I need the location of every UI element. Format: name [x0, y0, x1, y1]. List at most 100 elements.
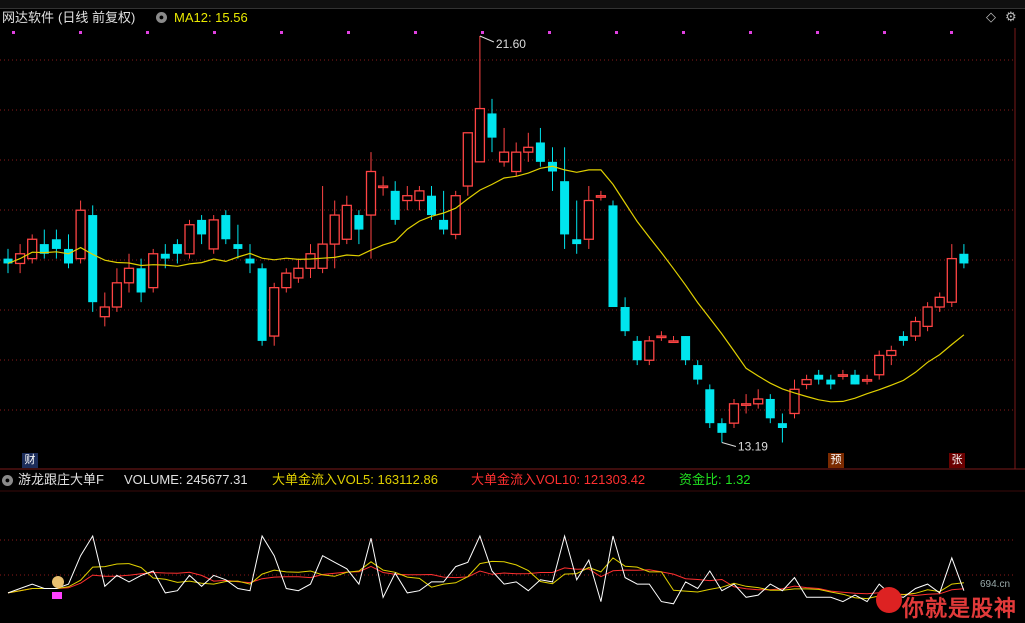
event-marker: [347, 31, 350, 34]
candle-body-down: [717, 423, 727, 433]
watermark-url: 694.cn: [980, 579, 1011, 590]
candle-body-down: [487, 113, 497, 138]
candle-body-down: [354, 215, 364, 230]
money-bag-icon: [52, 576, 64, 588]
candle-body-down: [88, 215, 98, 303]
candle-body-up: [837, 374, 849, 377]
candle-body-up: [462, 132, 473, 187]
candle-body-up: [753, 398, 764, 405]
low-arrow: [721, 442, 737, 447]
vol5-value: 大单金流入VOL5: 163112.86: [272, 472, 438, 487]
candle-body-up: [293, 267, 304, 279]
event-marker: [950, 31, 953, 34]
candle-body-down: [632, 340, 642, 361]
badge-yu[interactable]: 预: [828, 453, 844, 468]
candle-body-down: [160, 253, 170, 259]
candle-body-down: [64, 248, 73, 264]
candle-body-down: [765, 398, 775, 419]
candle-body-down: [620, 307, 630, 332]
candle-body-up: [148, 253, 159, 289]
candle-body-down: [850, 374, 860, 385]
event-marker: [414, 31, 417, 34]
event-marker: [816, 31, 819, 34]
candle-body-down: [233, 244, 243, 249]
price-chart: 21.60 13.19: [0, 28, 1025, 605]
candle-body-down: [197, 219, 207, 235]
indicator-header: ● 游龙跟庄大单F VOLUME: 245677.31 大单金流入VOL5: 1…: [0, 470, 1025, 490]
low-price-label: 13.19: [738, 440, 768, 454]
event-marker: [12, 31, 15, 34]
candle-body-up: [184, 224, 195, 255]
candle-body-up: [728, 403, 740, 424]
candle-body-down: [826, 379, 836, 385]
candle-body-up: [644, 340, 655, 361]
indicator-name[interactable]: 游龙跟庄大单F: [18, 470, 104, 490]
high-arrow: [479, 35, 495, 43]
event-marker: [146, 31, 149, 34]
signal-marker: [52, 592, 62, 599]
candle-body-up: [523, 146, 534, 153]
candle-body-up: [874, 354, 885, 376]
candle-body-up: [111, 282, 123, 308]
watermark-text: 你就是股神: [902, 596, 1018, 621]
candle-body-up: [305, 253, 316, 269]
candle-body-down: [136, 268, 146, 293]
high-price-label: 21.60: [496, 37, 526, 51]
candle-body-up: [341, 204, 352, 240]
candle-body-down: [439, 219, 449, 230]
candle-body-up: [329, 214, 340, 245]
candle-body-down: [693, 365, 703, 380]
candle-body-up: [377, 185, 389, 189]
candle-body-up: [365, 170, 377, 216]
candle-body-up: [740, 403, 752, 406]
event-marker: [280, 31, 283, 34]
candle-body-down: [705, 389, 715, 424]
candle-body-up: [886, 349, 897, 357]
candle-body-up: [910, 320, 921, 337]
candle-body-up: [922, 306, 933, 328]
candle-body-up: [27, 238, 38, 260]
candle-body-up: [208, 219, 219, 250]
candle-body-down: [572, 239, 582, 245]
candle-body-up: [511, 151, 522, 173]
candle-body-up: [414, 190, 425, 202]
candle-body-down: [898, 336, 908, 341]
badge-zhang[interactable]: 张: [949, 453, 965, 468]
candle-body-down: [51, 239, 61, 249]
candle-body-down: [257, 268, 267, 341]
vol5-line: [7, 557, 964, 600]
candle-body-up: [656, 335, 667, 339]
event-marker: [883, 31, 886, 34]
candle-body-up: [450, 195, 461, 236]
candle-body-down: [172, 244, 182, 254]
event-marker: [682, 31, 685, 34]
candle-body-up: [99, 306, 110, 318]
candle-body-down: [535, 142, 545, 162]
ratio-value: 资金比: 1.32: [679, 472, 751, 487]
vol10-value: 大单金流入VOL10: 121303.42: [471, 472, 646, 487]
candle-body-down: [608, 205, 618, 308]
event-marker: [749, 31, 752, 34]
candle-body-up: [281, 272, 292, 289]
candle-body-up: [801, 378, 812, 386]
candle-body-up: [498, 151, 510, 163]
candle-body-up: [474, 107, 486, 163]
event-marker: [548, 31, 551, 34]
indicator-collapse-icon[interactable]: ●: [2, 475, 13, 486]
event-marker: [481, 31, 484, 34]
vol10-line: [7, 565, 964, 597]
logo-icon: [876, 587, 902, 613]
candle-body-up: [861, 378, 873, 382]
candle-body-down: [681, 336, 691, 361]
candle-body-up: [269, 287, 280, 337]
candle-body-up: [946, 257, 957, 303]
badge-cai[interactable]: 财: [22, 453, 38, 468]
watermark: 你就是股神 694.cn: [872, 579, 1022, 621]
candle-body-up: [934, 296, 945, 308]
candle-body-down: [959, 253, 969, 264]
candle-body-up: [668, 340, 679, 344]
candle-body-up: [402, 195, 413, 202]
candle-body-down: [390, 190, 400, 220]
candle-body-down: [777, 423, 787, 428]
candle-body-up: [595, 195, 607, 198]
